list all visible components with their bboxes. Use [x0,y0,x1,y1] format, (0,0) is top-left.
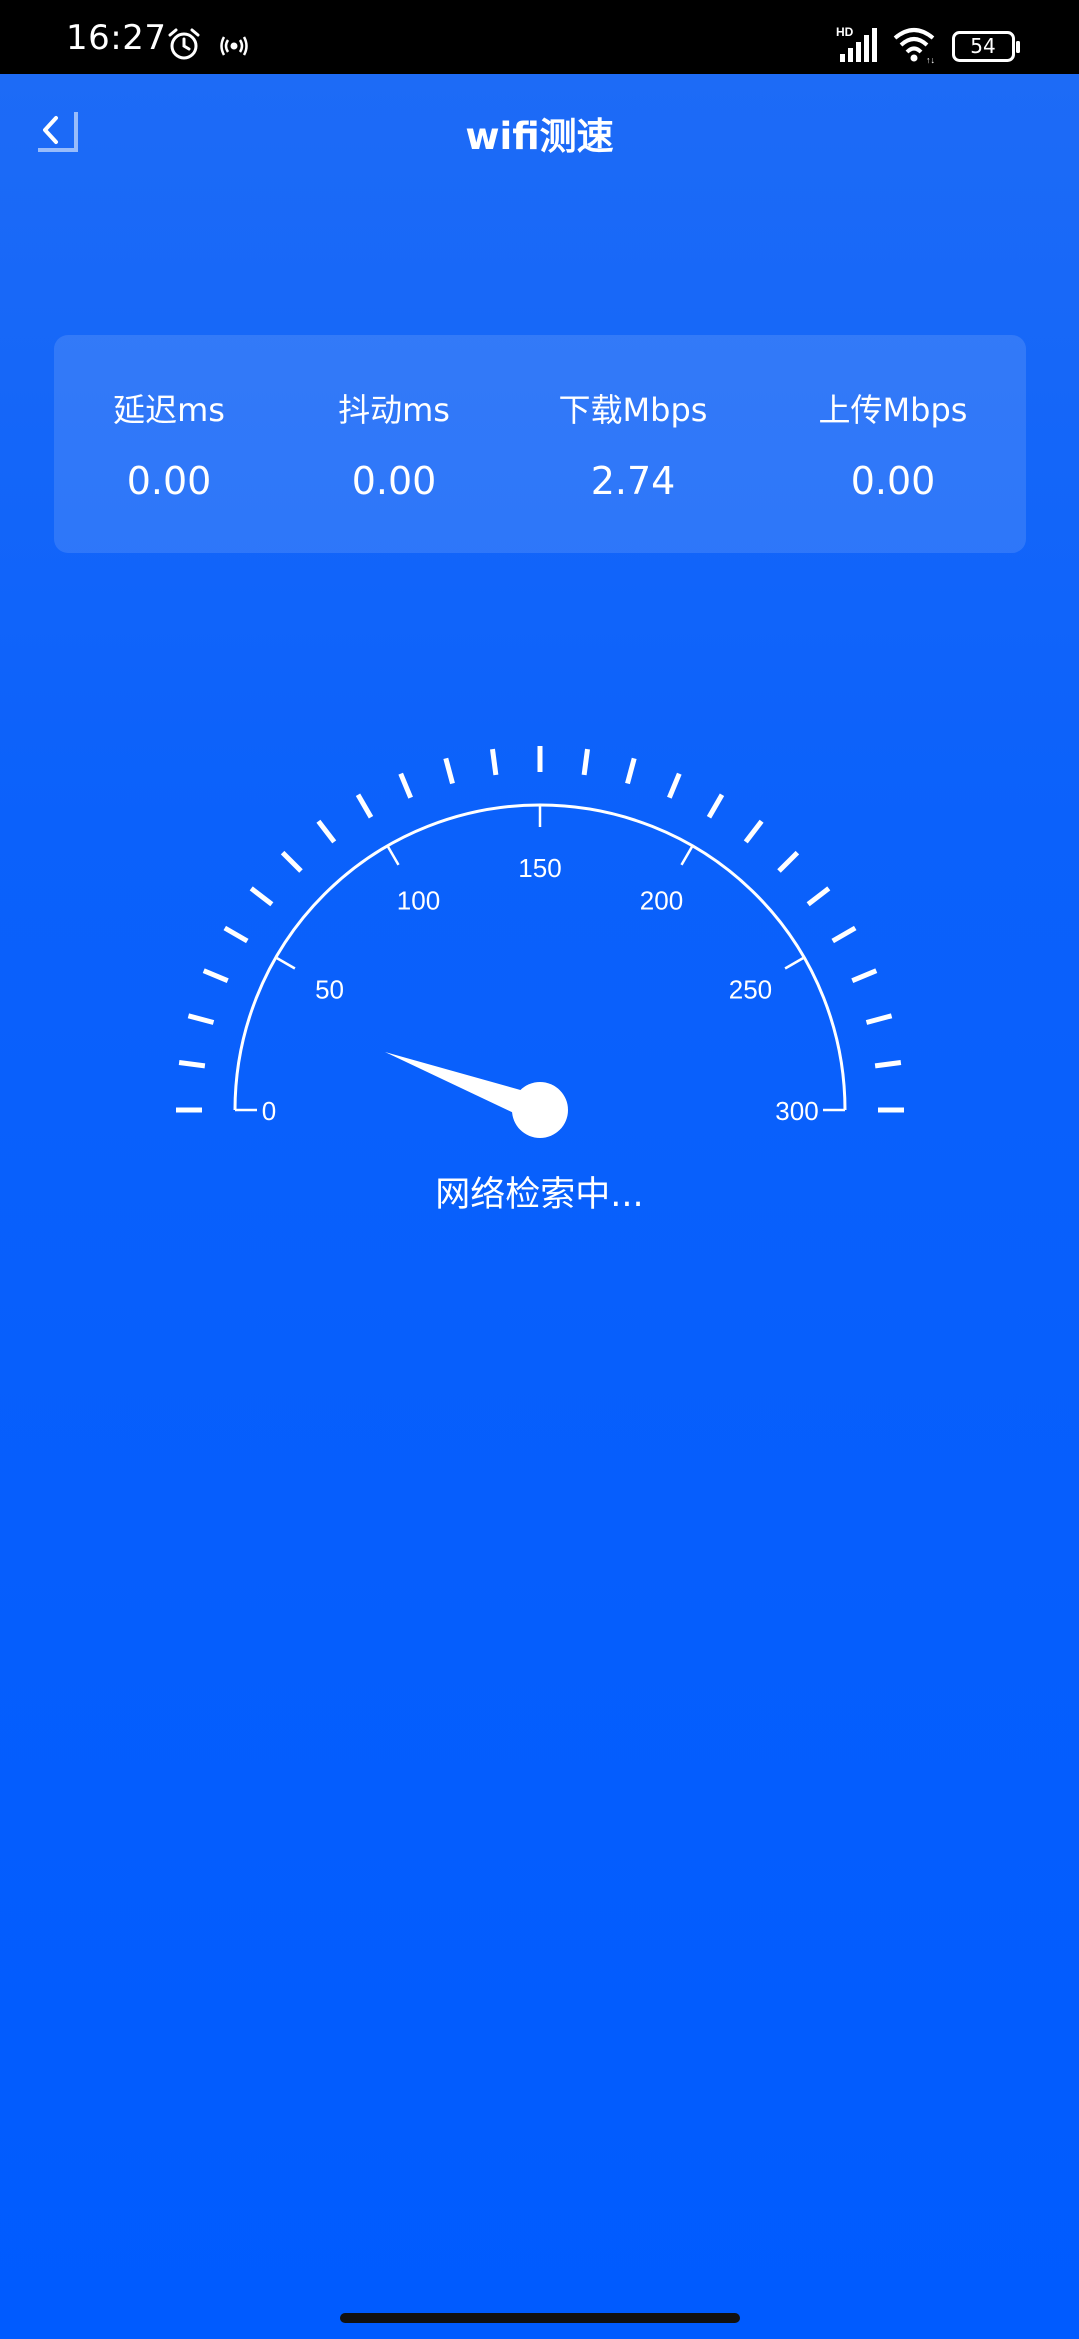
gauge-outer-tick [806,886,831,907]
gauge-outer-tick [443,757,455,785]
gauge-scale-label: 0 [262,1096,276,1126]
gauge-outer-tick [202,968,229,983]
gauge-outer-tick [581,748,590,776]
gauge-outer-tick [178,1060,206,1069]
gauge-outer-tick [743,819,764,844]
gauge-scale-label: 150 [518,853,561,883]
gauge-outer-tick [851,968,878,983]
gauge-outer-tick [831,925,857,944]
gauge-outer-tick [865,1013,893,1025]
gauge-needle-hub [512,1082,568,1138]
gauge-outer-tick [249,886,274,907]
gauge-inner-tick [784,956,805,970]
gauge-scale-label: 100 [397,886,440,916]
speed-gauge: 0 50 100 150 200 250 300 [176,746,904,1138]
app-screen: 16:27 HD ↑↓ 54 wifi测速 延迟ms 0.00 抖动ms 0.0… [0,0,1079,2339]
gauge-outer-tick [667,772,682,799]
gauge-outer-tick [316,819,337,844]
gauge-outer-tick [280,850,303,873]
gauge-inner-ticks [235,805,845,1112]
gauge-outer-tick [187,1013,215,1025]
gesture-bar[interactable] [340,2313,740,2323]
gauge-outer-tick [355,793,374,819]
gauge-outer-tick [223,925,249,944]
gauge-scale-label: 250 [729,975,772,1005]
gauge-scale-label: 50 [315,975,344,1005]
gauge-outer-tick [874,1060,902,1069]
gauge-outer-tick [625,757,637,785]
gauge-scale-label: 300 [775,1096,818,1126]
gauge-outer-tick [706,793,725,819]
gauge-status-text: 网络检索中... [435,1175,644,1215]
gauge-inner-tick [386,845,400,866]
gauge-outer-tick [490,748,499,776]
gauge-scale-label: 200 [640,886,683,916]
gauge-outer-tick [777,850,800,873]
gauge-inner-tick [680,845,694,866]
gauge-inner-tick [275,956,296,970]
gauge-arc [233,803,847,1111]
gauge-outer-tick [398,772,413,799]
gauge-outer-ticks [176,746,904,1113]
